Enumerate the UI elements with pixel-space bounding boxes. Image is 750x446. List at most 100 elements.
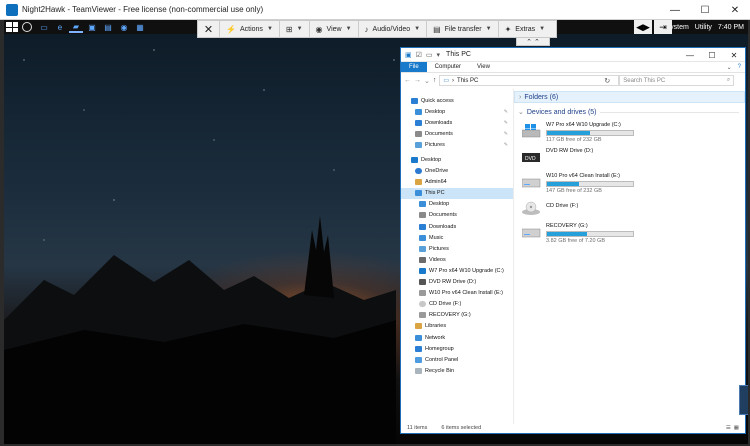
nav-quick-documents[interactable]: Documents ✎ — [401, 128, 513, 139]
recycle-bin-icon — [415, 367, 422, 374]
documents-icon — [419, 212, 426, 219]
nav-pc-desktop[interactable]: Desktop — [401, 199, 513, 210]
back-icon[interactable]: ← — [404, 77, 411, 84]
nav-quick-pictures[interactable]: Pictures ✎ — [401, 139, 513, 150]
nav-quick-desktop[interactable]: Desktop ✎ — [401, 106, 513, 117]
system-tray: System Utility 7:40 PM — [665, 20, 744, 34]
nav-libraries[interactable]: Libraries — [401, 321, 513, 332]
up-icon[interactable]: ↑ — [433, 77, 437, 84]
nav-pc-videos[interactable]: Videos — [401, 254, 513, 265]
nav-quick-downloads[interactable]: Downloads ✎ — [401, 117, 513, 128]
folders-group-header[interactable]: › Folders (6) — [514, 91, 745, 103]
forward-icon[interactable]: → — [414, 77, 421, 84]
drive-icon — [522, 228, 541, 238]
nav-pc-music[interactable]: Music — [401, 232, 513, 243]
download-icon — [415, 119, 422, 126]
drive-item-e[interactable]: W10 Pro v64 Clean Install (E:) 147 GB fr… — [522, 171, 745, 197]
drive-name: W10 Pro v64 Clean Install (E:) — [546, 173, 620, 179]
nav-drive-d[interactable]: DVD RW Drive (D:) — [401, 277, 513, 288]
minimize-button[interactable]: — — [660, 0, 690, 20]
drive-item-g[interactable]: RECOVERY (G:) 3.82 GB free of 7.20 GB — [522, 221, 745, 247]
nav-onedrive[interactable]: OneDrive — [401, 166, 513, 177]
start-button[interactable] — [6, 22, 18, 32]
drive-icon — [419, 290, 426, 297]
end-session-button[interactable]: ✕ — [198, 20, 220, 38]
nav-this-pc[interactable]: This PC — [401, 187, 513, 199]
switch-sides-icon[interactable]: ◀▶ — [634, 20, 652, 34]
nav-network[interactable]: Network — [401, 332, 513, 343]
nav-recycle-bin[interactable]: Recycle Bin — [401, 365, 513, 376]
new-folder-icon[interactable]: ▭ — [426, 51, 433, 59]
lightning-icon: ⚡ — [226, 24, 236, 34]
explorer-close-button[interactable]: ✕ — [723, 48, 745, 62]
refresh-icon[interactable]: ↻ — [604, 77, 610, 85]
tab-file[interactable]: File — [401, 62, 427, 72]
explorer-minimize-button[interactable]: — — [679, 48, 701, 62]
app-icon[interactable]: ◉ — [117, 21, 131, 33]
chevron-down-icon[interactable]: ▾ — [437, 51, 441, 59]
nav-drive-c[interactable]: W7 Pro x64 W10 Upgrade (C:) — [401, 265, 513, 276]
search-icon[interactable] — [22, 22, 32, 32]
tiles-view-icon[interactable]: ▦ — [734, 425, 739, 431]
nav-drive-e[interactable]: W10 Pro v64 Clean Install (E:) — [401, 288, 513, 299]
address-bar[interactable]: ▭ › This PC — [439, 75, 620, 86]
search-input[interactable]: Search This PC ⌕ — [619, 75, 735, 86]
nav-user[interactable]: Admin64 — [401, 177, 513, 188]
tab-computer[interactable]: Computer — [427, 62, 469, 72]
explorer-maximize-button[interactable]: ☐ — [701, 48, 723, 62]
task-view-icon[interactable]: ▭ — [37, 21, 51, 33]
tray-utility[interactable]: Utility — [695, 24, 712, 31]
teamviewer-side-tools: ◀▶ ⇥ — [634, 20, 672, 34]
recent-locations-icon[interactable]: ⌄ — [424, 77, 430, 85]
toolbar-file-transfer[interactable]: ▤ File transfer ▼ — [427, 20, 499, 38]
drive-item-f[interactable]: CD Drive (F:) — [522, 197, 745, 221]
edge-icon[interactable]: e — [53, 21, 67, 33]
devices-group-header[interactable]: ⌄ Devices and drives (5) — [514, 106, 745, 118]
window-title: Night2Hawk - TeamViewer - Free license (… — [22, 5, 264, 14]
nav-drive-g[interactable]: RECOVERY (G:) — [401, 310, 513, 321]
toolbar-windows[interactable]: ⊞ ▼ — [280, 20, 310, 38]
expand-ribbon-icon[interactable]: ⌄ — [727, 64, 732, 71]
tray-time[interactable]: 7:40 PM — [718, 24, 744, 31]
search-icon: ⌕ — [726, 77, 731, 83]
tray-notification-panel[interactable] — [739, 385, 748, 415]
nav-pc-documents[interactable]: Documents — [401, 210, 513, 221]
nav-desktop[interactable]: Desktop — [401, 154, 513, 165]
dvd-icon — [419, 279, 426, 286]
pin-icon: ✎ — [503, 130, 508, 137]
nav-quick-access[interactable]: Quick access — [401, 95, 513, 106]
content-pane[interactable]: › Folders (6) ⌄ Devices and drives (5) W… — [514, 89, 745, 424]
toolbar-extras[interactable]: ✦ Extras ▼ — [499, 20, 552, 38]
close-button[interactable]: ✕ — [720, 0, 750, 20]
properties-icon[interactable]: ☑ — [416, 51, 422, 59]
tab-view[interactable]: View — [469, 62, 498, 72]
file-explorer-icon[interactable]: ▰ — [69, 21, 83, 33]
control-panel-icon — [415, 356, 422, 363]
drive-name: RECOVERY (G:) — [546, 223, 588, 229]
drive-name: W7 Pro x64 W10 Upgrade (C:) — [546, 122, 621, 128]
nav-homegroup[interactable]: Homegroup — [401, 343, 513, 354]
nav-pc-downloads[interactable]: Downloads — [401, 221, 513, 232]
drive-icon — [419, 312, 426, 319]
toolbar-audio-video[interactable]: ♪ Audio/Video ▼ — [359, 20, 428, 38]
hide-toolbar-button[interactable]: ⌃ ⌃ — [516, 38, 550, 46]
transfer-icon[interactable]: ⇥ — [654, 20, 672, 34]
capacity-bar — [546, 181, 634, 187]
remote-desktop-view[interactable]: ▭ e ▰ ▣ ▤ ◉ ▦ System Utility 7:40 PM ✕ ⚡… — [4, 20, 748, 444]
help-icon[interactable]: ? — [738, 64, 741, 70]
app-icon[interactable]: ▦ — [133, 21, 147, 33]
store-icon[interactable]: ▣ — [85, 21, 99, 33]
maximize-button[interactable]: ☐ — [690, 0, 720, 20]
nav-control-panel[interactable]: Control Panel — [401, 354, 513, 365]
star-icon — [411, 97, 418, 104]
drive-item-c[interactable]: W7 Pro x64 W10 Upgrade (C:) 117 GB free … — [522, 120, 745, 146]
nav-drive-f[interactable]: CD Drive (F:) — [401, 299, 513, 310]
drive-item-d[interactable]: DVD DVD RW Drive (D:) — [522, 146, 745, 171]
toolbar-view[interactable]: ◉ View ▼ — [310, 20, 359, 38]
nav-pc-pictures[interactable]: Pictures — [401, 243, 513, 254]
app-icon[interactable]: ▤ — [101, 21, 115, 33]
details-view-icon[interactable]: ☰ — [726, 425, 731, 431]
pictures-icon — [415, 141, 422, 148]
toolbar-actions[interactable]: ⚡ Actions ▼ — [220, 20, 280, 38]
address-text[interactable]: This PC — [457, 78, 478, 84]
